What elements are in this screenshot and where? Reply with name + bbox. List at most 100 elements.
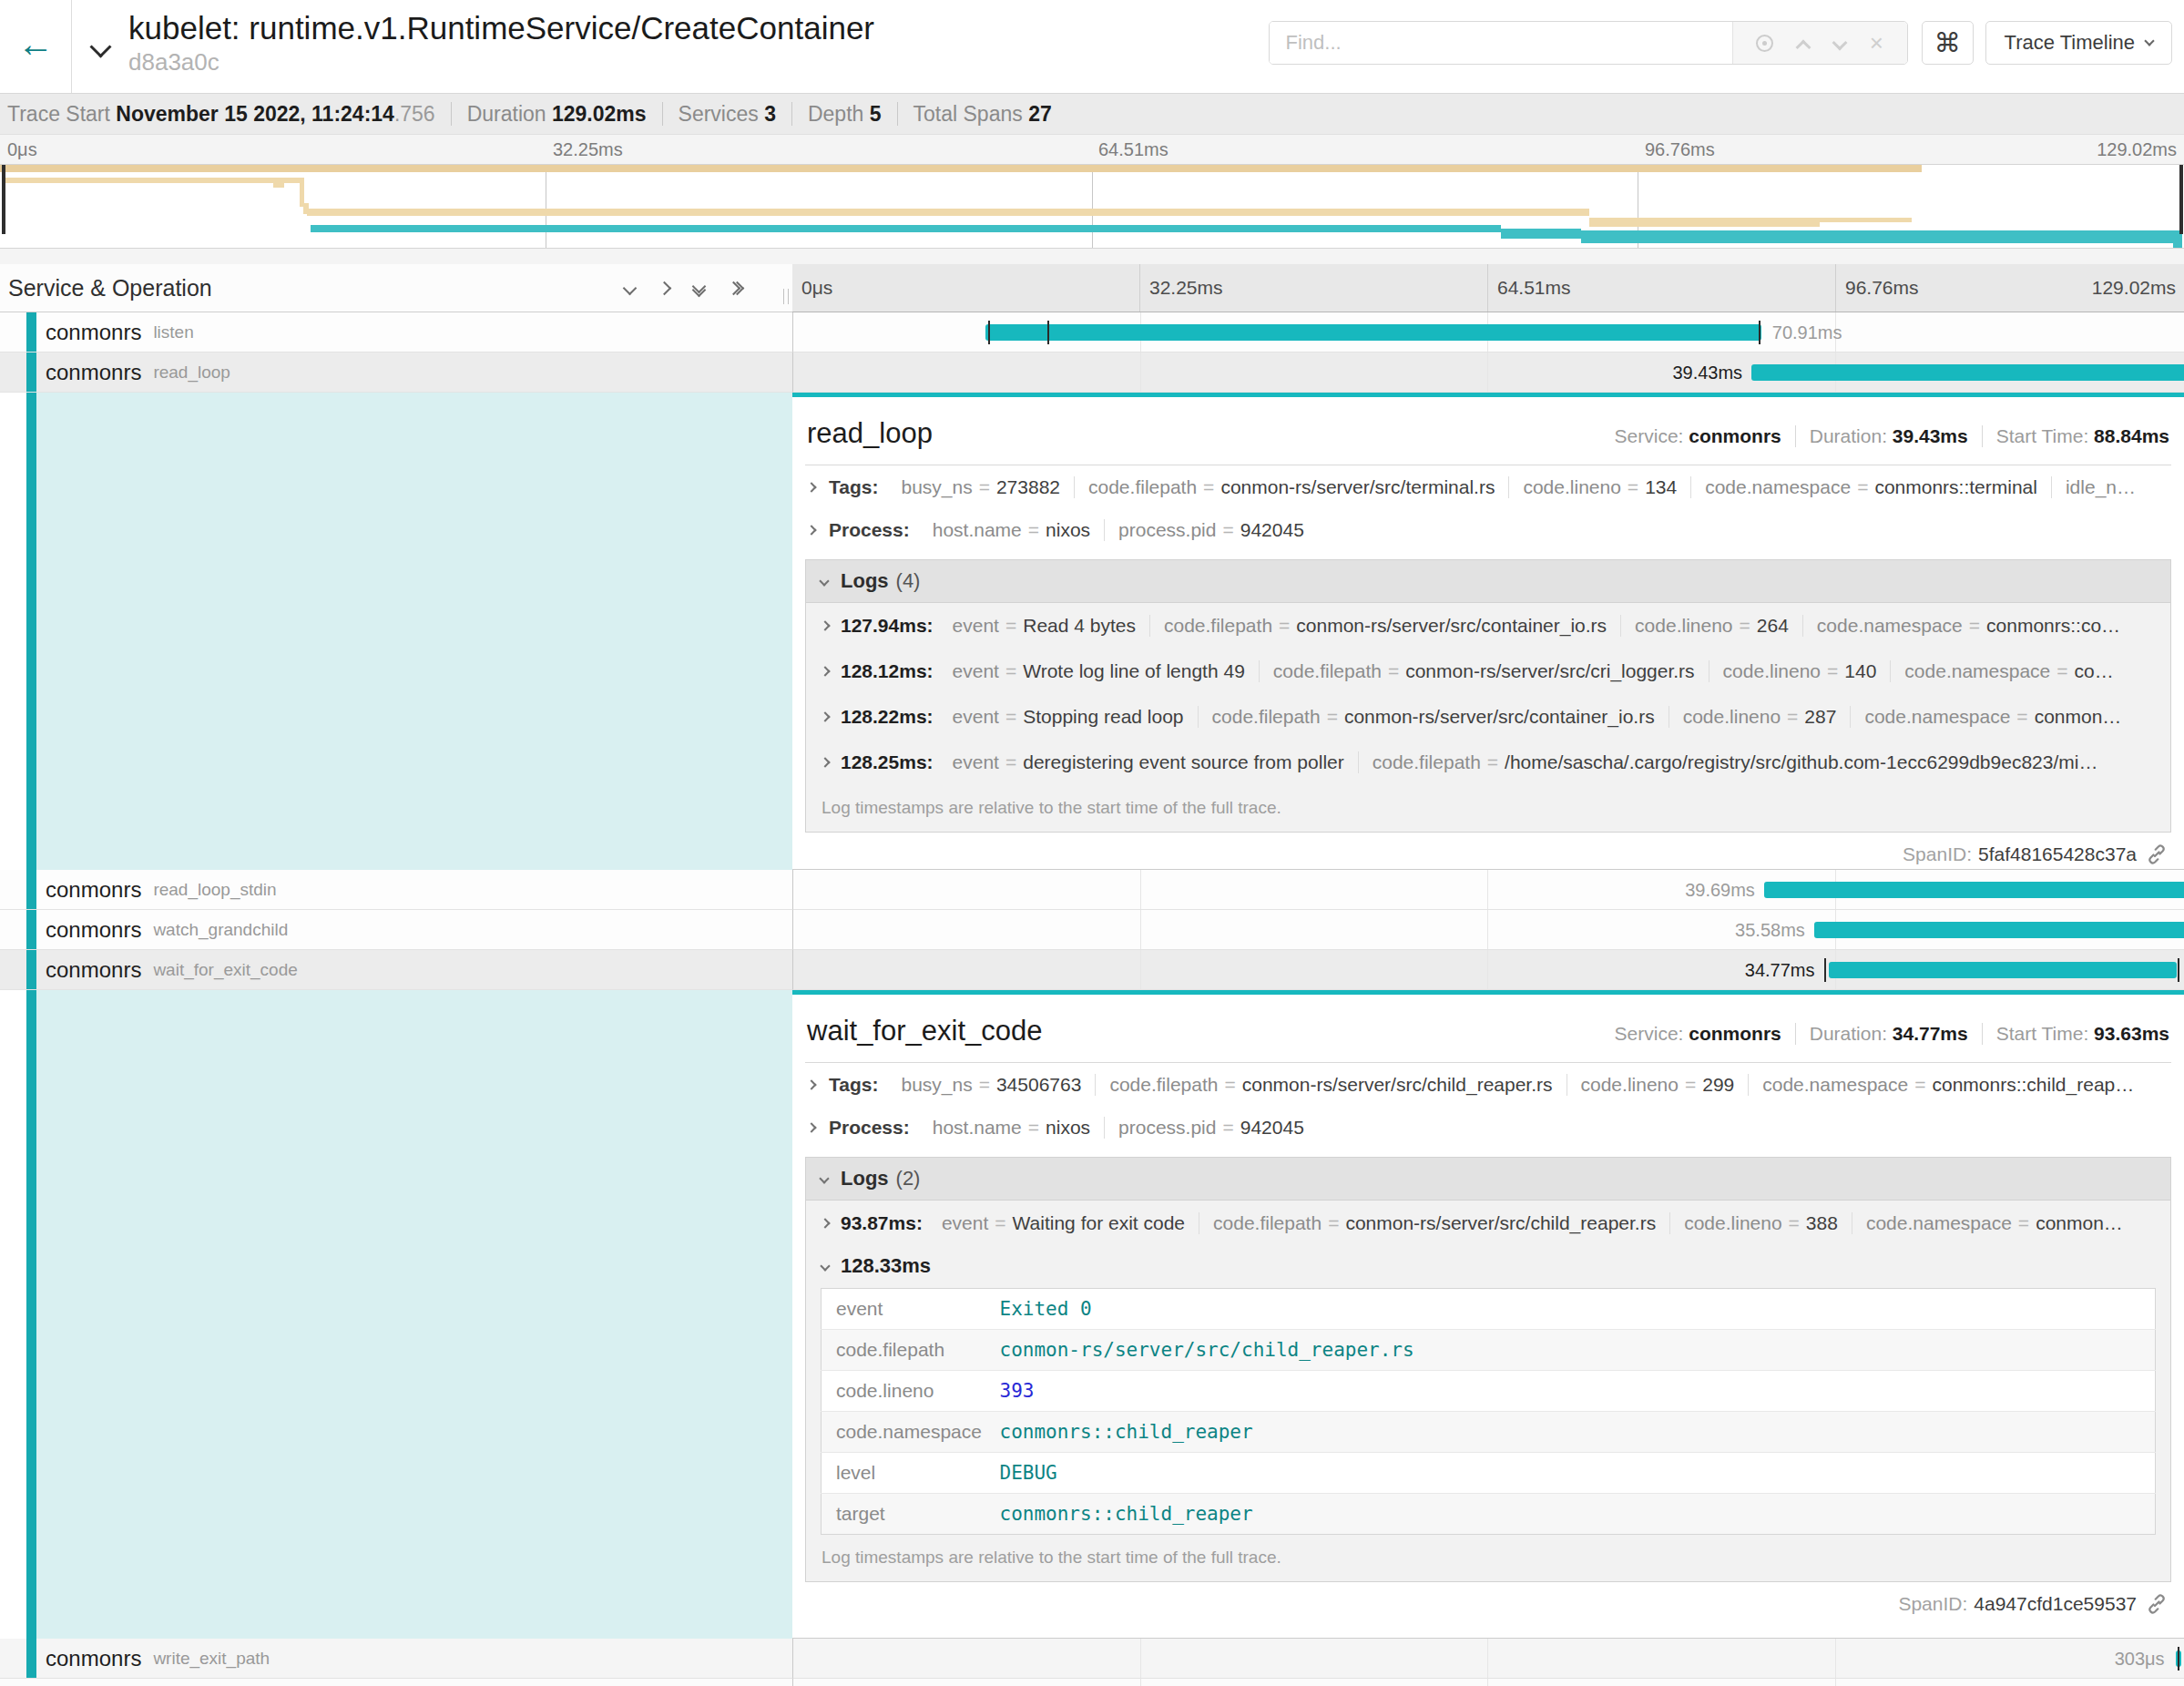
- minimap-tick-labels: 0μs 32.25ms 64.51ms 96.76ms 129.02ms: [0, 135, 2184, 164]
- detail-duration: Duration: 39.43ms: [1796, 425, 1983, 447]
- span-bar[interactable]: [1829, 962, 2178, 978]
- tag: code.filepath=conmon-rs/server/src/child…: [1096, 1074, 1567, 1096]
- detail-title: read_loop: [807, 417, 933, 450]
- log-marker: [1047, 321, 1049, 344]
- process-tag: process.pid=942045: [1105, 519, 1318, 541]
- detail-service: Service: conmonrs: [1601, 425, 1796, 447]
- find-next-icon[interactable]: [1832, 36, 1847, 51]
- minimap-canvas[interactable]: [0, 164, 2184, 249]
- chevron-right-icon: [820, 620, 830, 630]
- log-field: code.namespace=conmonrs::co…: [1803, 615, 2134, 637]
- detail-start-time: Start Time: 88.84ms: [1983, 425, 2171, 447]
- tag: idle_n…: [2052, 476, 2149, 498]
- span-bar[interactable]: [985, 324, 1761, 341]
- minimap-span: [1501, 229, 1581, 239]
- span-row-listen[interactable]: conmonrs listen 70.91ms: [0, 312, 2184, 353]
- collapse-all-icon[interactable]: [694, 281, 704, 295]
- find-input[interactable]: [1270, 22, 1732, 64]
- span-operation: write_exit_path: [153, 1649, 270, 1669]
- view-selector-button[interactable]: Trace Timeline: [1985, 21, 2172, 65]
- minimap-span-root: [0, 165, 1922, 172]
- log-marker: [2178, 958, 2179, 982]
- tags-accordian[interactable]: Tags: busy_ns=34506763 code.filepath=con…: [805, 1063, 2171, 1106]
- span-row-read-loop-stdin[interactable]: conmonrs read_loop_stdin 39.69ms: [0, 870, 2184, 910]
- deep-link-icon[interactable]: [2146, 1593, 2168, 1615]
- find-prev-icon[interactable]: [1796, 39, 1811, 55]
- span-service: conmonrs: [46, 957, 141, 983]
- collapse-one-icon[interactable]: [623, 281, 638, 295]
- minimap-gap: [0, 249, 2184, 264]
- table-row: code.lineno393: [822, 1371, 2156, 1412]
- span-row-wait-for-exit-code[interactable]: conmonrs wait_for_exit_code 34.77ms: [0, 950, 2184, 990]
- chevron-down-icon: [819, 1173, 829, 1183]
- minimap-tick: 129.02ms: [2097, 139, 2177, 160]
- tag: code.namespace=conmonrs::terminal: [1691, 476, 2052, 498]
- span-service: conmonrs: [46, 917, 141, 943]
- back-arrow-icon: ←: [17, 24, 54, 65]
- log-entry[interactable]: 127.94ms: event=Read 4 bytes code.filepa…: [806, 603, 2170, 649]
- deep-link-icon[interactable]: [2146, 843, 2168, 865]
- table-row: code.namespaceconmonrs::child_reaper: [822, 1412, 2156, 1453]
- detail-duration: Duration: 34.77ms: [1796, 1023, 1983, 1045]
- column-resize-grip[interactable]: [783, 289, 789, 304]
- trace-collapse-toggle[interactable]: [72, 0, 128, 93]
- tags-label: Tags:: [829, 1074, 878, 1096]
- find-clear-icon[interactable]: ×: [1870, 29, 1883, 57]
- spanid-label: SpanID:: [1898, 1593, 1967, 1615]
- span-detail-wait-for-exit-code: wait_for_exit_code Service: conmonrs Dur…: [0, 990, 2184, 1639]
- next-row-partial: [0, 1679, 2184, 1686]
- expand-all-icon[interactable]: [729, 283, 742, 293]
- span-operation: listen: [153, 322, 193, 342]
- chevron-right-icon: [806, 1122, 816, 1132]
- log-field: event=Waiting for exit code: [928, 1212, 1199, 1234]
- trace-start: Trace Start November 15 2022, 11:24:14.7…: [7, 102, 452, 126]
- tag: code.filepath=conmon-rs/server/src/termi…: [1075, 476, 1509, 498]
- log-field: event=Wrote log line of length 49: [939, 660, 1260, 682]
- span-bar[interactable]: [1764, 882, 2184, 898]
- span-service: conmonrs: [46, 320, 141, 345]
- locate-icon[interactable]: [1756, 35, 1773, 52]
- top-bar: ← kubelet: runtime.v1.RuntimeService/Cre…: [0, 0, 2184, 94]
- log-entry[interactable]: 128.12ms: event=Wrote log line of length…: [806, 649, 2170, 694]
- minimap-right-handle[interactable]: [2179, 165, 2183, 234]
- expand-one-icon[interactable]: [658, 281, 672, 295]
- span-row-watch-grandchild[interactable]: conmonrs watch_grandchild 35.58ms: [0, 910, 2184, 950]
- span-duration: 39.43ms: [1672, 363, 1742, 383]
- log-field: code.filepath=conmon-rs/server/src/conta…: [1150, 615, 1621, 637]
- tag: busy_ns=34506763: [887, 1074, 1096, 1096]
- chevron-down-icon: [2144, 36, 2154, 46]
- minimap-tick: 64.51ms: [1098, 139, 1169, 160]
- span-detail-read-loop: read_loop Service: conmonrs Duration: 39…: [0, 393, 2184, 870]
- logs-header[interactable]: Logs (2): [806, 1158, 2170, 1201]
- log-entry[interactable]: 93.87ms: event=Waiting for exit code cod…: [806, 1201, 2170, 1246]
- process-accordian[interactable]: Process: host.name=nixos process.pid=942…: [805, 508, 2171, 551]
- trace-services: Services 3: [663, 102, 792, 126]
- span-row-write-exit-path[interactable]: conmonrs write_exit_path 303μs: [0, 1639, 2184, 1679]
- back-button[interactable]: ←: [0, 0, 72, 93]
- log-entry-expanded[interactable]: 128.33ms: [806, 1246, 2170, 1286]
- detail-highlight: [36, 990, 792, 1639]
- span-bar[interactable]: [1751, 364, 2184, 381]
- log-entry[interactable]: 128.22ms: event=Stopping read loop code.…: [806, 694, 2170, 740]
- log-entry[interactable]: 128.25ms: event=deregistering event sour…: [806, 740, 2170, 785]
- timeline-tick: 96.76ms: [1845, 277, 1919, 299]
- trace-summary-bar: Trace Start November 15 2022, 11:24:14.7…: [0, 94, 2184, 135]
- spanid-value: 5faf48165428c37a: [1978, 843, 2137, 865]
- minimap-left-handle[interactable]: [2, 165, 5, 234]
- log-timestamp: 128.33ms: [841, 1254, 931, 1278]
- chevron-right-icon: [820, 711, 830, 721]
- depth-guide: [26, 870, 36, 909]
- span-duration: 34.77ms: [1745, 960, 1815, 981]
- process-accordian[interactable]: Process: host.name=nixos process.pid=942…: [805, 1106, 2171, 1149]
- timeline-tick: 64.51ms: [1497, 277, 1571, 299]
- log-timestamp: 93.87ms:: [841, 1212, 923, 1234]
- process-label: Process:: [829, 1117, 910, 1139]
- tag: code.lineno=134: [1509, 476, 1691, 498]
- span-row-read-loop[interactable]: conmonrs read_loop 39.43ms: [0, 353, 2184, 393]
- keyboard-shortcuts-button[interactable]: ⌘: [1922, 21, 1974, 65]
- span-bar[interactable]: [1814, 922, 2184, 938]
- logs-header[interactable]: Logs (4): [806, 560, 2170, 603]
- minimap-tick: 32.25ms: [553, 139, 623, 160]
- tags-accordian[interactable]: Tags: busy_ns=273882 code.filepath=conmo…: [805, 465, 2171, 508]
- log-field: code.lineno=388: [1670, 1212, 1852, 1234]
